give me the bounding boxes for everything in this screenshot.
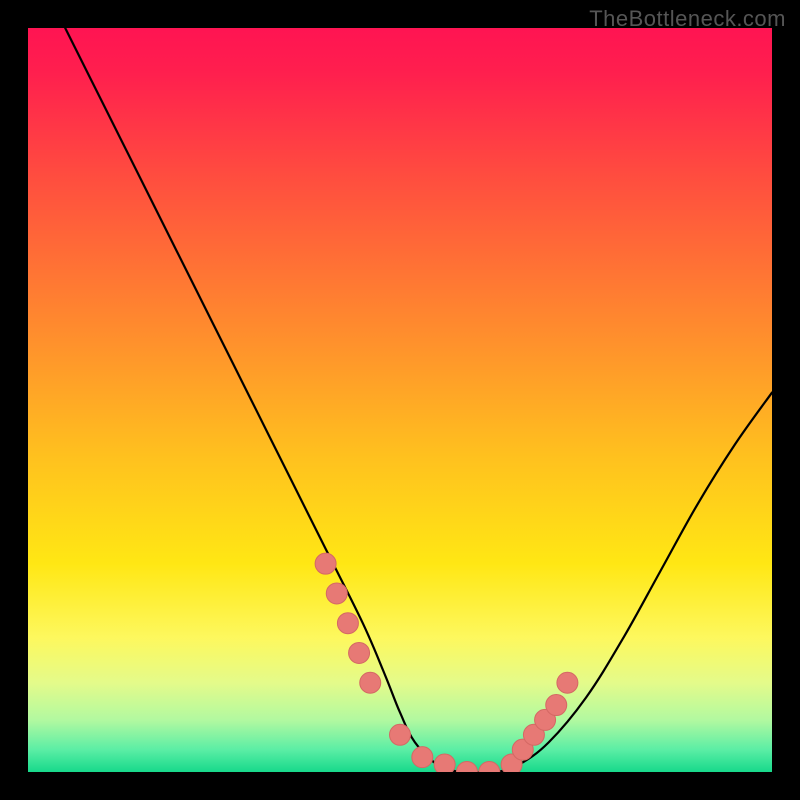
data-point [434,754,455,775]
data-point [360,672,381,693]
data-point [315,553,336,574]
chart-frame: TheBottleneck.com [0,0,800,800]
data-point [349,642,370,663]
bottleneck-chart [0,0,800,800]
data-point [412,747,433,768]
data-point [557,672,578,693]
watermark-text: TheBottleneck.com [589,6,786,32]
data-point [337,613,358,634]
data-point [546,695,567,716]
gradient-background [28,28,772,772]
data-point [326,583,347,604]
data-point [390,724,411,745]
